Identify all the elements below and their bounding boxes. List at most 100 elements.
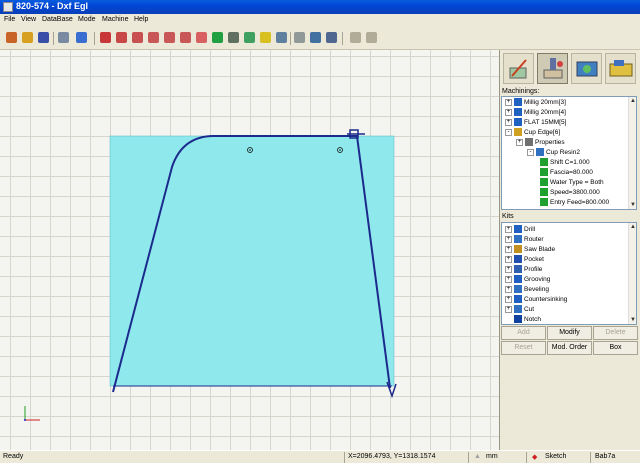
expand-toggle[interactable]: + — [505, 275, 512, 283]
expand-toggle[interactable]: + — [505, 305, 512, 313]
print-icon[interactable] — [58, 32, 69, 43]
expand-toggle[interactable]: + — [505, 255, 512, 263]
drawing-canvas[interactable] — [0, 50, 500, 450]
layer-icon[interactable] — [212, 32, 223, 43]
zoom-in-icon[interactable] — [116, 32, 127, 43]
expand-toggle[interactable]: + — [505, 108, 512, 116]
machine-icon[interactable] — [310, 32, 321, 43]
vehicle-icon[interactable] — [228, 32, 239, 43]
kit-item[interactable]: + Profile — [505, 265, 542, 275]
kit-item[interactable]: + Countersinking — [505, 295, 567, 305]
machining-mode-button[interactable] — [537, 53, 568, 84]
new-icon[interactable] — [6, 32, 17, 43]
flag-icon — [540, 168, 548, 177]
kits-tree[interactable]: + Drill + Router + Saw Blade + Pocket + Profi… — [501, 222, 637, 325]
pan-hand-icon[interactable] — [196, 32, 207, 43]
kit-item[interactable]: + Router — [505, 235, 544, 245]
tree-item[interactable]: + FLAT 15MM[5] — [505, 118, 566, 128]
tree-item-label: Fascia=80.000 — [550, 169, 593, 176]
scroll-down-icon[interactable]: ▼ — [629, 201, 636, 209]
menu-view[interactable]: View — [21, 16, 36, 23]
center-mark-dot — [339, 149, 341, 151]
kit-item[interactable]: + Beveling — [505, 285, 549, 295]
zoom-out-icon[interactable] — [132, 32, 143, 43]
expand-toggle[interactable]: - — [527, 148, 534, 156]
box-button[interactable]: Box — [593, 341, 638, 355]
expand-toggle[interactable]: + — [505, 98, 512, 106]
pick-icon[interactable] — [100, 32, 111, 43]
scroll-up-icon[interactable]: ▲ — [629, 223, 636, 231]
tool-icon[interactable] — [244, 32, 255, 43]
scroll-down-icon[interactable]: ▼ — [629, 316, 636, 324]
pocket-icon — [514, 255, 522, 264]
expand-toggle[interactable]: - — [505, 128, 512, 136]
status-separator — [468, 452, 469, 463]
delete-button[interactable]: Delete — [593, 326, 638, 340]
tool-icon — [536, 148, 544, 157]
scroll-up-icon[interactable]: ▲ — [629, 97, 636, 105]
kit-item[interactable]: + Saw Blade — [505, 245, 555, 255]
reset-button[interactable]: Reset — [501, 341, 546, 355]
drawing-mode-button[interactable] — [503, 53, 534, 84]
menu-file[interactable]: File — [4, 16, 15, 23]
tree-item[interactable]: - Cup Resin2 — [527, 148, 580, 158]
kit-item[interactable]: Notch — [505, 315, 541, 324]
kit-item[interactable]: + Grooving — [505, 275, 550, 285]
tree-item[interactable]: - Cup Edge[6] — [505, 128, 560, 138]
mod-order-button[interactable]: Mod. Order — [547, 341, 592, 355]
cut-icon — [514, 305, 522, 314]
tree-item[interactable]: Speed=3800.000 — [540, 188, 600, 198]
machinings-scrollbar[interactable]: ▲ ▼ — [628, 97, 636, 209]
zoom-extents-icon[interactable] — [164, 32, 175, 43]
menu-database[interactable]: DataBase — [42, 16, 73, 23]
expand-toggle[interactable]: + — [505, 245, 512, 253]
router-icon — [514, 235, 522, 244]
lightbulb-icon[interactable] — [260, 32, 271, 43]
zoom-window-icon[interactable] — [148, 32, 159, 43]
line-tool-icon[interactable] — [294, 32, 305, 43]
status-unit: mm — [486, 453, 498, 460]
tree-item[interactable]: + Millig 20mm[3] — [505, 98, 566, 108]
simulation-mode-button[interactable] — [571, 53, 602, 84]
open-icon[interactable] — [22, 32, 33, 43]
menu-mode[interactable]: Mode — [78, 16, 96, 23]
expand-toggle[interactable]: + — [505, 285, 512, 293]
tree-item-label: FLAT 15MM[5] — [524, 119, 567, 126]
tree-item[interactable]: Fascia=80.000 — [540, 168, 593, 178]
status-bar: Ready X=2096.4793, Y=1318.1574 ▲ mm ◆ Sk… — [0, 450, 640, 463]
tree-item[interactable]: + Properties — [516, 138, 565, 148]
tree-item[interactable]: + Millig 20mm[4] — [505, 108, 566, 118]
expand-toggle[interactable]: + — [505, 295, 512, 303]
unit-icon: ▲ — [474, 453, 481, 460]
expand-toggle[interactable]: + — [505, 118, 512, 126]
expand-toggle[interactable]: + — [505, 225, 512, 233]
zoom-all-icon[interactable] — [180, 32, 191, 43]
expand-toggle[interactable]: + — [505, 235, 512, 243]
undo-icon[interactable] — [350, 32, 361, 43]
redo-icon[interactable] — [366, 32, 377, 43]
kit-item[interactable]: + Pocket — [505, 255, 544, 265]
flag-icon — [540, 178, 548, 187]
spindle-icon[interactable] — [326, 32, 337, 43]
download-icon[interactable] — [76, 32, 87, 43]
kit-item[interactable]: + Cut — [505, 305, 534, 315]
modify-button[interactable]: Modify — [547, 326, 592, 340]
probe-icon[interactable] — [276, 32, 287, 43]
expand-toggle[interactable]: + — [516, 138, 523, 146]
tree-item-label: Properties — [535, 139, 565, 146]
expand-toggle[interactable]: + — [505, 265, 512, 273]
tree-item[interactable]: Entry Feed=800.000 — [540, 198, 609, 208]
tree-item[interactable]: Shift C=1.000 — [540, 158, 590, 168]
machine-mode-button[interactable] — [605, 53, 636, 84]
menu-help[interactable]: Help — [134, 16, 148, 23]
app-icon — [3, 2, 13, 12]
tree-item[interactable]: Water Type = Both — [540, 178, 604, 188]
kit-item[interactable]: + Drill — [505, 225, 535, 235]
add-button[interactable]: Add — [501, 326, 546, 340]
drill-icon — [514, 225, 522, 234]
menu-machine[interactable]: Machine — [102, 16, 128, 23]
machinings-tree[interactable]: + Millig 20mm[3] + Millig 20mm[4] + FLAT 15… — [501, 96, 637, 210]
save-icon[interactable] — [38, 32, 49, 43]
toolbar — [0, 28, 640, 50]
kits-scrollbar[interactable]: ▲ ▼ — [628, 223, 636, 324]
